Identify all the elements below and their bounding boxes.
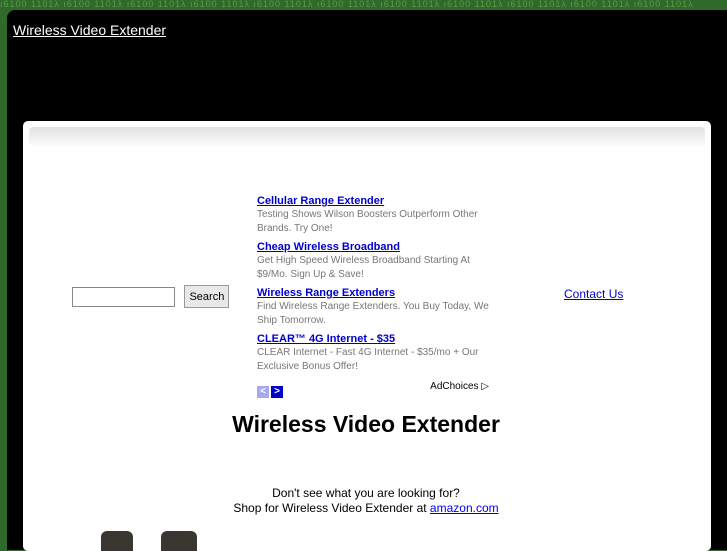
search-form: Search: [72, 285, 230, 308]
prompt-text: Don't see what you are looking for?: [272, 486, 460, 500]
site-title-link[interactable]: Wireless Video Extender: [13, 22, 166, 38]
product-image[interactable]: [161, 531, 197, 551]
ad-item: CLEAR™ 4G Internet - $35 CLEAR Internet -…: [257, 332, 497, 374]
shop-prompt: Don't see what you are looking for? Shop…: [23, 486, 709, 516]
shop-text: Shop for Wireless Video Extender at: [233, 501, 430, 515]
ad-text: CLEAR Internet - Fast 4G Internet - $35/…: [257, 347, 479, 372]
ad-item: Wireless Range Extenders Find Wireless Ra…: [257, 286, 497, 328]
ad-list: Cellular Range Extender Testing Shows Wil…: [257, 194, 497, 378]
ad-title-link[interactable]: Wireless Range Extenders: [257, 286, 497, 300]
search-button[interactable]: Search: [184, 285, 230, 308]
page-heading: Wireless Video Extender: [232, 411, 500, 437]
ad-item: Cellular Range Extender Testing Shows Wil…: [257, 194, 497, 236]
search-input[interactable]: [72, 286, 175, 307]
amazon-link[interactable]: amazon.com: [430, 501, 499, 515]
ad-text: Find Wireless Range Extenders. You Buy T…: [257, 301, 489, 326]
ad-title-link[interactable]: CLEAR™ 4G Internet - $35: [257, 332, 497, 346]
product-image[interactable]: [101, 531, 133, 551]
chevron-right-icon[interactable]: >: [271, 386, 283, 398]
contact-us-link[interactable]: Contact Us: [564, 287, 623, 301]
ad-navigation: < > AdChoices ▷: [257, 381, 489, 398]
ad-text: Testing Shows Wilson Boosters Outperform…: [257, 209, 478, 234]
ad-text: Get High Speed Wireless Broadband Starti…: [257, 255, 470, 280]
ad-title-link[interactable]: Cheap Wireless Broadband: [257, 240, 497, 254]
top-bar: [29, 127, 705, 147]
adchoices-link[interactable]: AdChoices ▷: [430, 381, 489, 392]
content-panel: Search Cellular Range Extender Testing Sh…: [23, 121, 711, 551]
ad-title-link[interactable]: Cellular Range Extender: [257, 194, 497, 208]
background-pattern: ı6100 1101λ ı6100 1101λ ı6100 1101λ ı610…: [0, 0, 694, 9]
chevron-left-icon[interactable]: <: [257, 386, 269, 398]
ad-item: Cheap Wireless Broadband Get High Speed W…: [257, 240, 497, 282]
